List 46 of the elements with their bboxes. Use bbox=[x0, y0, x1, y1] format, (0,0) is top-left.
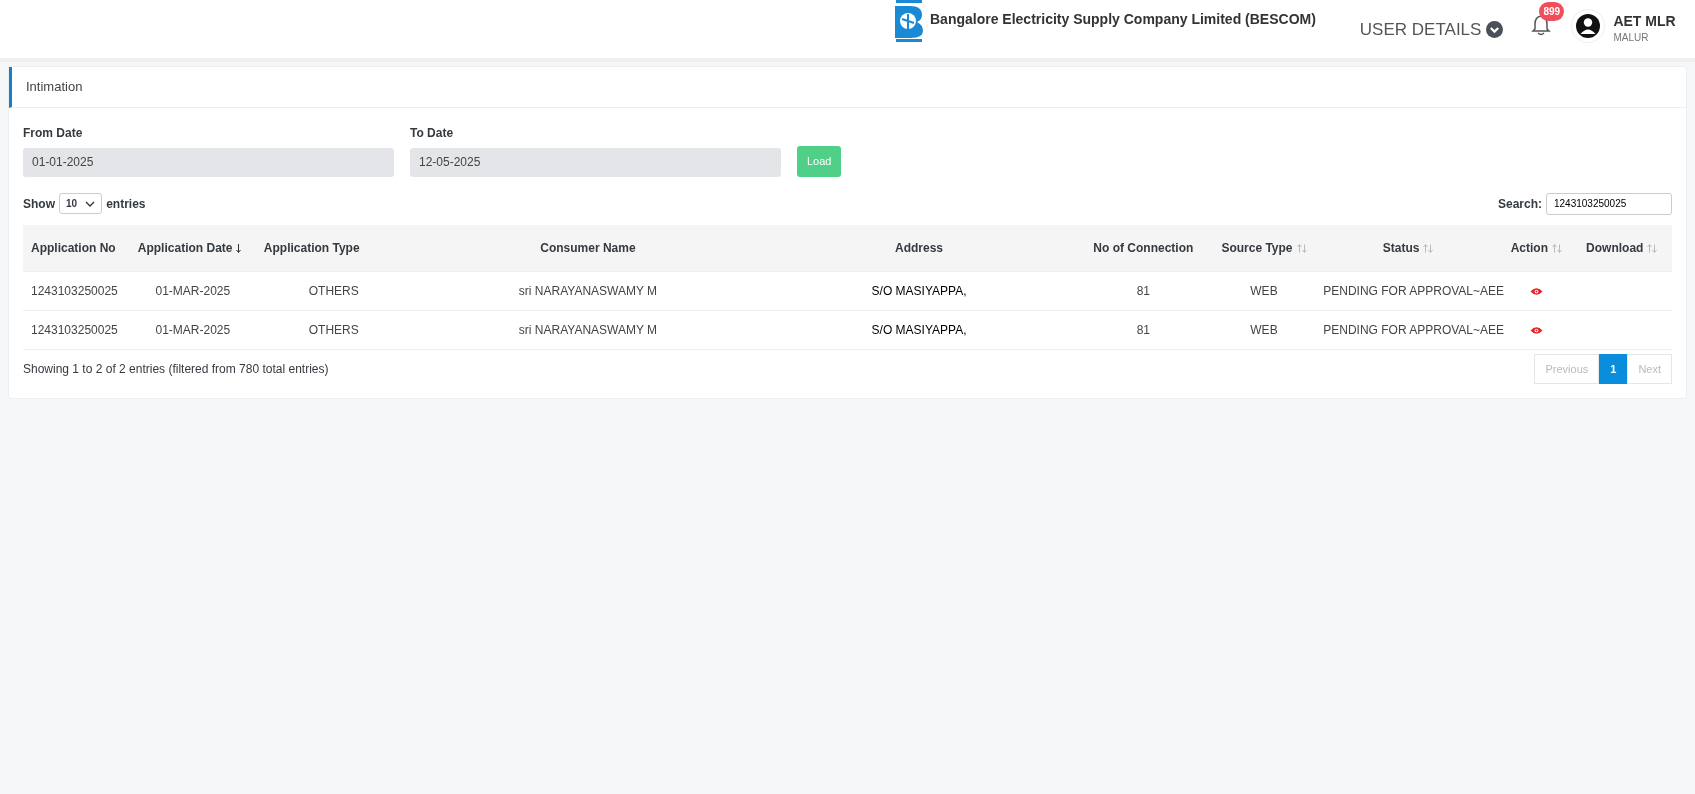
field-label: From Date bbox=[23, 124, 84, 142]
column-header[interactable]: Application Type bbox=[263, 240, 360, 255]
table-cell: S/O MASIYAPPA, bbox=[871, 322, 967, 337]
eye-icon[interactable] bbox=[1529, 286, 1543, 296]
sort-desc-icon[interactable] bbox=[236, 243, 242, 253]
entries-label: entries bbox=[106, 195, 146, 213]
table-cell: WEB bbox=[1250, 283, 1278, 298]
notification-badge: 899 bbox=[1539, 2, 1565, 21]
user-details-menu[interactable]: USER DETAILS bbox=[1359, 17, 1504, 43]
table-cell: 81 bbox=[1136, 322, 1150, 337]
show-label: Show bbox=[23, 195, 55, 213]
search-label: Search: bbox=[1497, 195, 1542, 213]
table-cell: 1243103250025 bbox=[31, 283, 118, 298]
table-cell: OTHERS bbox=[308, 283, 359, 298]
user-name: AET MLR bbox=[1613, 13, 1676, 30]
table-cell: S/O MASIYAPPA, bbox=[871, 283, 967, 298]
column-header[interactable]: Status bbox=[1382, 240, 1420, 255]
page-button[interactable]: 1 bbox=[1599, 353, 1628, 384]
table-cell: PENDING FOR APPROVAL~AEE bbox=[1323, 283, 1505, 298]
eye-icon[interactable] bbox=[1529, 325, 1543, 335]
user-location: MALUR bbox=[1613, 30, 1650, 45]
table-info: Showing 1 to 2 of 2 entries (filtered from 780 total entries) bbox=[23, 360, 329, 378]
date-field[interactable]: 12-05-2025 bbox=[410, 147, 781, 177]
chevron-down-icon bbox=[1486, 21, 1504, 39]
avatar-icon[interactable] bbox=[1571, 9, 1606, 45]
table-cell: 1243103250025 bbox=[31, 322, 118, 337]
table-cell: 01-MAR-2025 bbox=[155, 322, 231, 337]
company-name: Bangalore Electricity Supply Company Limited (BESCOM) bbox=[930, 10, 1316, 29]
bell-icon[interactable] bbox=[1531, 14, 1552, 36]
table-cell: PENDING FOR APPROVAL~AEE bbox=[1323, 322, 1505, 337]
table-cell: sri NARAYANASWAMY M bbox=[518, 322, 658, 337]
table-cell: 81 bbox=[1136, 283, 1150, 298]
field-label: To Date bbox=[410, 124, 455, 142]
table-cell: 01-MAR-2025 bbox=[155, 283, 231, 298]
column-header[interactable]: Consumer Name bbox=[540, 240, 636, 255]
column-header[interactable]: Download bbox=[1586, 240, 1644, 255]
column-header[interactable]: Address bbox=[895, 240, 944, 255]
table-cell: OTHERS bbox=[308, 322, 359, 337]
card-title: Intimation bbox=[9, 67, 1686, 108]
column-header[interactable]: Action bbox=[1510, 240, 1548, 255]
page-length-select[interactable]: 10 bbox=[59, 193, 103, 214]
chevron-down-icon bbox=[85, 200, 96, 207]
date-field[interactable]: 01-01-2025 bbox=[23, 147, 394, 177]
search-field[interactable]: 1243103250025 bbox=[1546, 192, 1672, 215]
table-cell: WEB bbox=[1250, 322, 1278, 337]
table-cell: sri NARAYANASWAMY M bbox=[518, 283, 658, 298]
